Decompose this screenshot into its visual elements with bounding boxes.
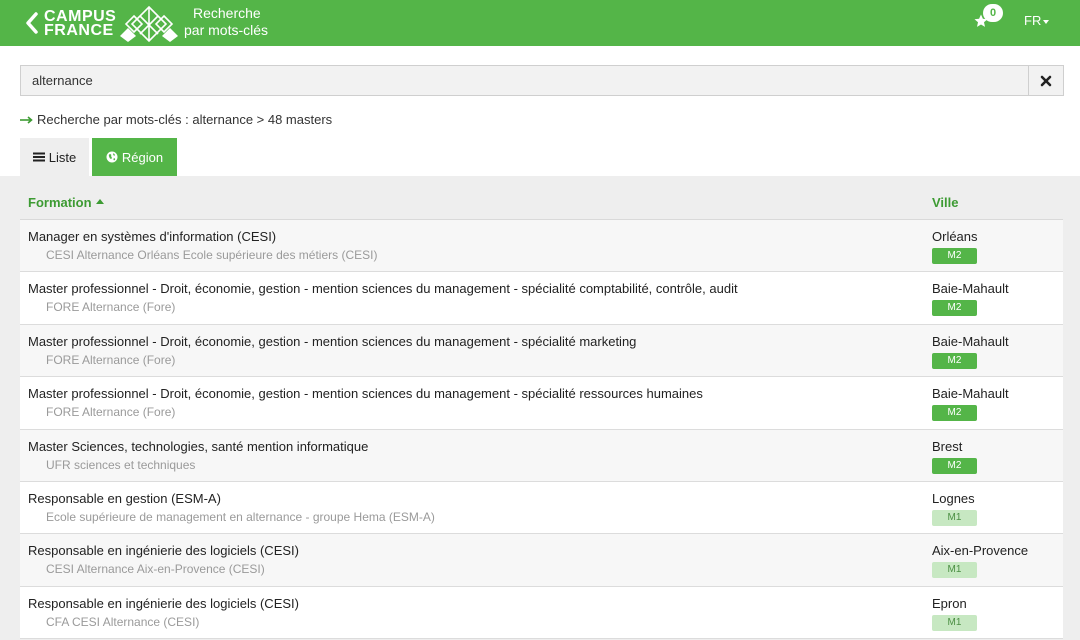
table-body: Manager en systèmes d'information (CESI)… xyxy=(20,220,1063,640)
formation-title-link[interactable]: Responsable en gestion (ESM-A) xyxy=(28,491,221,506)
level-badge: M2 xyxy=(932,248,977,264)
city-name: Lognes xyxy=(932,490,975,506)
school-name: CFA CESI Alternance (CESI) xyxy=(46,614,200,629)
table-header: Formation Ville xyxy=(20,186,1063,220)
campus-france-logo[interactable]: CAMPUS FRANCE xyxy=(44,6,184,42)
search-bar xyxy=(20,65,1064,96)
school-name: CESI Alternance Aix-en-Provence (CESI) xyxy=(46,562,265,577)
language-dropdown[interactable]: FR xyxy=(1024,13,1050,28)
school-name: Ecole supérieure de management en altern… xyxy=(46,509,435,524)
table-row[interactable]: Responsable en gestion (ESM-A) Ecole supé… xyxy=(20,481,1063,535)
favorites-count-badge: 0 xyxy=(983,4,1003,22)
sort-ascending-icon xyxy=(95,199,104,205)
formation-title-link[interactable]: Master professionnel - Droit, économie, … xyxy=(28,334,636,349)
city-name: Epron xyxy=(932,595,967,611)
formation-title-link[interactable]: Master Sciences, technologies, santé men… xyxy=(28,439,368,454)
formation-title-link[interactable]: Responsable en ingénierie des logiciels … xyxy=(28,543,299,558)
table-row[interactable]: Manager en systèmes d'information (CESI)… xyxy=(20,220,1063,273)
tab-region-label: Région xyxy=(121,149,164,165)
city-name: Baie-Mahault xyxy=(932,386,1009,402)
city-name: Brest xyxy=(932,438,963,454)
level-badge: M2 xyxy=(932,457,977,474)
page-title-line1: Recherche xyxy=(193,5,261,21)
caret-down-icon xyxy=(1043,19,1050,24)
page-title-line2: par mots-clés xyxy=(184,22,269,38)
school-name: FORE Alternance (Fore) xyxy=(46,352,176,367)
table-row[interactable]: Master professionnel - Droit, économie, … xyxy=(20,324,1063,378)
tab-region[interactable]: Région xyxy=(92,138,177,176)
favorites-button[interactable]: 0 xyxy=(974,4,1004,34)
table-row[interactable]: Master Sciences, technologies, santé men… xyxy=(20,429,1063,482)
formation-title-link[interactable]: Master professionnel - Droit, économie, … xyxy=(28,386,703,401)
clear-search-button[interactable] xyxy=(1028,66,1063,95)
column-header-formation-label: Formation xyxy=(28,195,92,210)
breadcrumb: Recherche par mots-clés : alternance > 4… xyxy=(20,112,332,127)
city-name: Orléans xyxy=(932,229,978,244)
close-icon xyxy=(1040,75,1052,86)
level-badge: M1 xyxy=(932,509,977,526)
tab-liste[interactable]: Liste xyxy=(20,138,89,176)
back-chevron-icon[interactable] xyxy=(24,11,40,35)
level-badge: M2 xyxy=(932,300,977,317)
level-badge: M1 xyxy=(932,562,977,579)
tab-liste-label: Liste xyxy=(48,149,77,165)
table-row[interactable]: Responsable en ingénierie des logiciels … xyxy=(20,534,1063,587)
top-navbar: CAMPUS FRANCE Recherche par mots-clés 0 … xyxy=(0,0,1080,46)
search-input[interactable] xyxy=(21,66,1028,95)
breadcrumb-text: Recherche par mots-clés : alternance > 4… xyxy=(37,112,333,127)
table-row[interactable]: Responsable en ingénierie des logiciels … xyxy=(20,586,1063,640)
globe-icon xyxy=(106,151,118,163)
level-badge: M1 xyxy=(932,614,977,631)
level-badge: M2 xyxy=(932,352,977,369)
table-row[interactable]: Master professionnel - Droit, économie, … xyxy=(20,377,1063,430)
formation-title-link[interactable]: Manager en systèmes d'information (CESI) xyxy=(28,229,276,244)
school-name: FORE Alternance (Fore) xyxy=(46,405,176,420)
school-name: UFR sciences et techniques xyxy=(46,457,196,472)
list-icon xyxy=(32,152,45,162)
formation-title-link[interactable]: Master professionnel - Droit, économie, … xyxy=(28,281,738,296)
formation-title-link[interactable]: Responsable en ingénierie des logiciels … xyxy=(28,596,299,611)
level-badge: M2 xyxy=(932,405,977,422)
logo-text-france: FRANCE xyxy=(44,22,114,39)
results-table: Formation Ville Manager en systèmes d'in… xyxy=(20,186,1063,640)
column-header-ville[interactable]: Ville xyxy=(932,195,959,210)
city-name: Aix-en-Provence xyxy=(932,543,1029,559)
logo-diamond-mark xyxy=(120,6,178,42)
column-header-formation[interactable]: Formation xyxy=(28,195,104,210)
arrow-right-icon xyxy=(20,115,33,124)
language-label: FR xyxy=(1024,13,1042,28)
school-name: FORE Alternance (Fore) xyxy=(46,300,176,315)
school-name: CESI Alternance Orléans Ecole supérieure… xyxy=(46,248,378,262)
table-row[interactable]: Master professionnel - Droit, économie, … xyxy=(20,272,1063,325)
city-name: Baie-Mahault xyxy=(932,281,1009,297)
results-panel: Formation Ville Manager en systèmes d'in… xyxy=(0,176,1080,640)
city-name: Baie-Mahault xyxy=(932,333,1009,349)
